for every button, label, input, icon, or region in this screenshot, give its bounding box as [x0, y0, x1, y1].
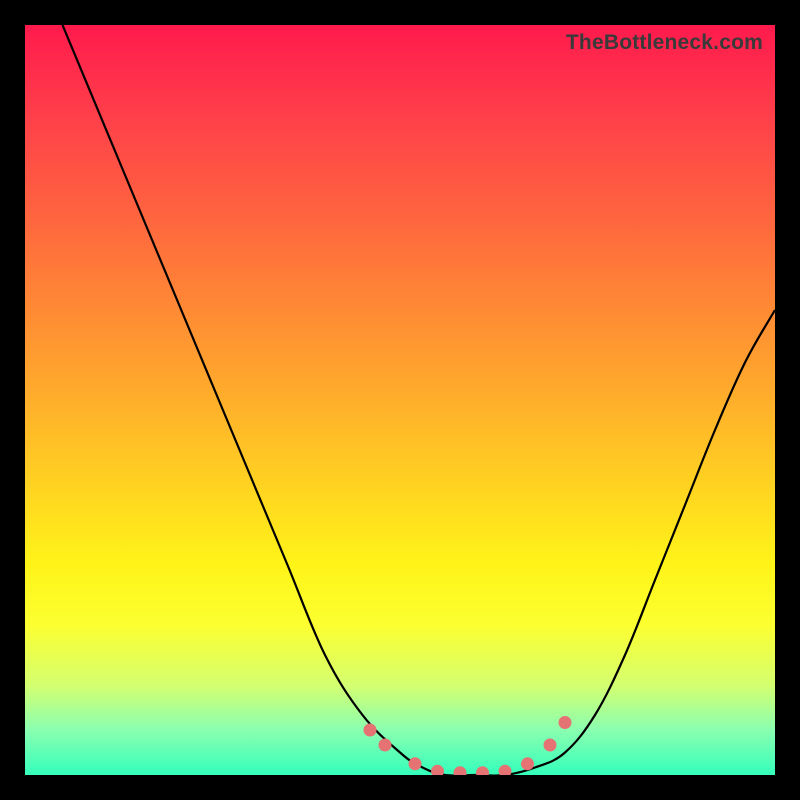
valley-dot	[499, 765, 512, 775]
valley-dot	[379, 739, 392, 752]
valley-dot	[476, 766, 489, 775]
chart-plot-area: TheBottleneck.com	[25, 25, 775, 775]
valley-dot	[544, 739, 557, 752]
valley-dot	[431, 765, 444, 775]
valley-dot	[521, 757, 534, 770]
valley-dot	[454, 766, 467, 775]
curve-line	[63, 25, 776, 775]
valley-dot	[559, 716, 572, 729]
valley-dot	[364, 724, 377, 737]
valley-dot	[409, 757, 422, 770]
chart-svg	[25, 25, 775, 775]
